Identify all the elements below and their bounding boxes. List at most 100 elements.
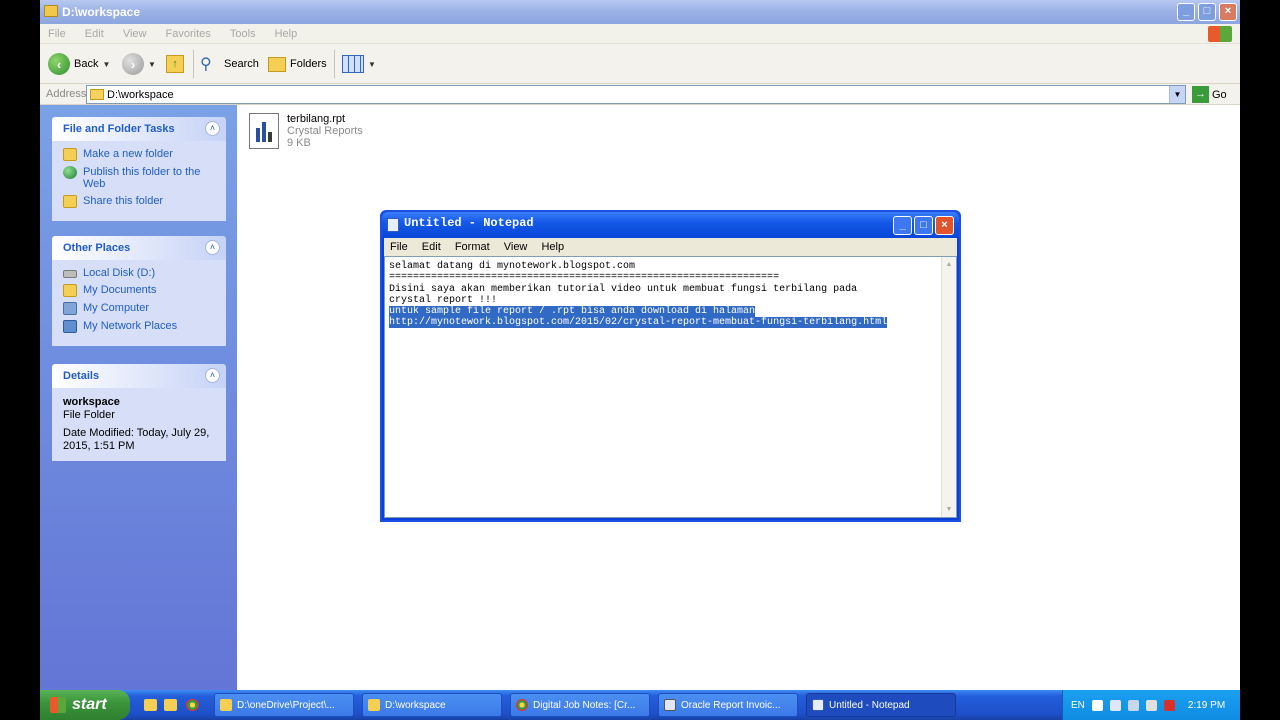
desktop-screen: D:\workspace _ □ × File Edit View Favori… [40,0,1240,720]
panel-header[interactable]: Other Places ˄ [52,236,226,260]
notepad-title: Untitled - Notepad [404,216,534,230]
antivirus-icon[interactable] [1163,699,1175,711]
network-icon[interactable] [1145,699,1157,711]
collapse-chevron-icon[interactable]: ˄ [205,121,220,136]
task-share-folder[interactable]: Share this folder [63,195,218,208]
crystal-report-file-icon [249,113,279,149]
volume-icon[interactable] [1127,699,1139,711]
task-make-new-folder[interactable]: Make a new folder [63,148,218,161]
notepad-window: Untitled - Notepad _ □ × File Edit Forma… [380,210,961,522]
collapse-chevron-icon[interactable]: ˄ [205,368,220,383]
scroll-down-icon[interactable]: ▼ [943,503,955,516]
panel-title: Details [63,370,100,382]
new-folder-icon [63,148,77,161]
up-folder-button[interactable]: ↑ [166,52,184,76]
close-button[interactable]: × [1219,3,1237,21]
maximize-button[interactable]: □ [1198,3,1216,21]
folder-icon [44,5,58,17]
panel-title: File and Folder Tasks [63,123,175,135]
address-input[interactable]: D:\workspace ▼ [86,85,1186,104]
minimize-button[interactable]: _ [1177,3,1195,21]
taskbar-button-workspace[interactable]: D:\workspace [362,693,502,717]
text-line: crystal report !!! [389,294,498,306]
menu-edit[interactable]: Edit [85,24,104,40]
taskbar-button-label: D:\workspace [385,699,446,711]
computer-icon [63,302,77,315]
address-bar: Address D:\workspace ▼ → Go [40,84,1240,105]
go-arrow-icon: → [1192,86,1209,103]
chevron-down-icon: ▼ [148,59,156,69]
notepad-menu-help[interactable]: Help [541,238,564,253]
scroll-up-icon[interactable]: ▲ [943,258,955,271]
back-label: Back [74,58,99,70]
chevron-down-icon: ▼ [102,59,111,69]
notepad-menu-edit[interactable]: Edit [422,238,441,253]
start-button[interactable]: start [40,690,130,720]
clock[interactable]: 2:19 PM [1188,700,1225,711]
notepad-icon [812,699,824,711]
taskbar: start D:\oneDrive\Project\... D:\workspa… [40,690,1240,720]
panel-header[interactable]: Details ˄ [52,364,226,388]
toolbar-separator [193,50,194,78]
taskbar-button-notepad[interactable]: Untitled - Notepad [806,693,956,717]
notepad-menu-file[interactable]: File [390,238,408,253]
panel-header[interactable]: File and Folder Tasks ˄ [52,117,226,141]
back-button[interactable]: ‹ Back ▼ [48,52,110,76]
taskbar-button-label: Oracle Report Invoic... [681,699,781,711]
help-icon[interactable] [1091,699,1103,711]
taskbar-button-label: Untitled - Notepad [829,699,910,711]
explorer-menu-bar: File Edit View Favorites Tools Help [40,24,1240,44]
chrome-icon[interactable] [186,699,199,711]
taskbar-button-chrome[interactable]: Digital Job Notes: [Cr... [510,693,650,717]
place-label: My Network Places [83,320,178,332]
notepad-close-button[interactable]: × [935,216,954,235]
menu-file[interactable]: File [48,24,66,40]
search-button[interactable]: ⚲ Search [200,52,259,76]
notepad-maximize-button[interactable]: □ [914,216,933,235]
notepad-menu-format[interactable]: Format [455,238,490,253]
place-my-computer[interactable]: My Computer [63,302,218,315]
language-indicator[interactable]: EN [1071,700,1085,711]
place-local-disk[interactable]: Local Disk (D:) [63,267,218,279]
taskbar-button-label: Digital Job Notes: [Cr... [533,699,636,711]
menu-view[interactable]: View [123,24,147,40]
system-tray: EN 2:19 PM [1062,690,1240,720]
notepad-minimize-button[interactable]: _ [893,216,912,235]
explorer-toolbar: ‹ Back ▼ › ▼ ↑ ⚲ Search Folders ▼ [40,44,1240,84]
notepad-vertical-scrollbar[interactable]: ▲ ▼ [941,257,956,517]
taskbar-button-onedrive[interactable]: D:\oneDrive\Project\... [214,693,354,717]
bluetooth-icon[interactable] [1109,699,1121,711]
file-item[interactable]: terbilang.rpt Crystal Reports 9 KB [249,113,363,149]
views-icon [342,55,364,73]
menu-favorites[interactable]: Favorites [166,24,211,40]
collapse-chevron-icon[interactable]: ˄ [205,240,220,255]
quicklaunch-folder-icon[interactable] [164,699,177,711]
menu-tools[interactable]: Tools [230,24,256,40]
folders-button[interactable]: Folders [268,52,327,76]
chevron-down-icon: ▼ [368,59,376,69]
menu-help[interactable]: Help [275,24,298,40]
notepad-text-area[interactable]: selamat datang di mynotework.blogspot.co… [384,256,957,518]
quicklaunch-folder-icon[interactable] [144,699,157,711]
address-label: Address [46,88,87,100]
place-my-network[interactable]: My Network Places [63,320,218,333]
task-publish-folder[interactable]: Publish this folder to the Web [63,166,218,190]
file-type: Crystal Reports [287,125,363,137]
search-icon: ⚲ [200,56,212,73]
panel-body: Make a new folder Publish this folder to… [52,141,226,221]
up-folder-icon: ↑ [166,55,184,73]
notepad-title-bar[interactable]: Untitled - Notepad _ □ × [382,212,959,238]
place-label: Local Disk (D:) [83,267,156,279]
go-label: Go [1212,88,1227,101]
go-button[interactable]: → Go [1192,86,1227,103]
place-my-documents[interactable]: My Documents [63,284,218,297]
explorer-title-bar[interactable]: D:\workspace _ □ × [40,0,1240,24]
address-dropdown-button[interactable]: ▼ [1169,86,1185,103]
notepad-content: selamat datang di mynotework.blogspot.co… [389,261,941,329]
windows-flag-icon [50,697,66,713]
forward-button[interactable]: › ▼ [122,52,156,76]
notepad-menu-view[interactable]: View [504,238,528,253]
views-button[interactable]: ▼ [342,52,376,76]
other-places-panel: Other Places ˄ Local Disk (D:) My Docume… [52,236,226,346]
taskbar-button-oracle-report[interactable]: Oracle Report Invoic... [658,693,798,717]
